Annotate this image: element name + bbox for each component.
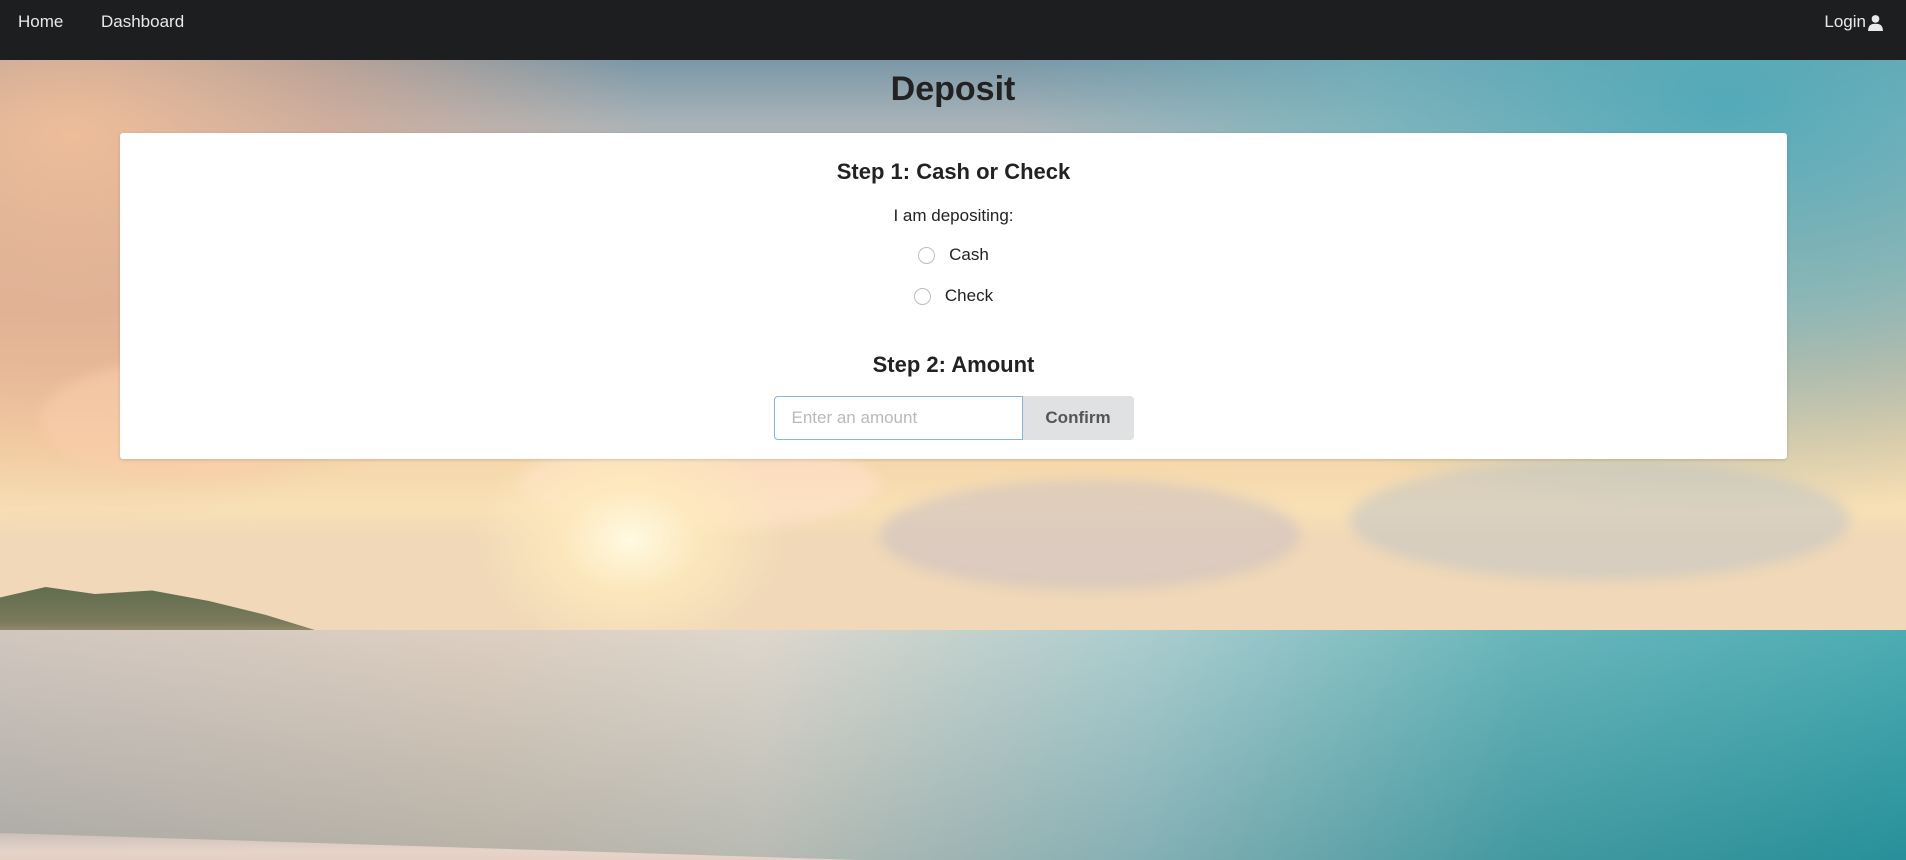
nav-home-link[interactable]: Home (18, 12, 63, 32)
nav-login-link[interactable]: Login (1824, 12, 1884, 32)
page-title: Deposit (890, 70, 1016, 108)
login-label: Login (1824, 12, 1866, 31)
depositing-prompt: I am depositing: (893, 206, 1014, 225)
amount-input[interactable] (773, 396, 1023, 440)
top-navbar: Home Dashboard Login (0, 0, 1906, 60)
check-radio-label[interactable]: Check (945, 286, 993, 306)
step1-title: Step 1: Cash or Check (836, 159, 1071, 184)
user-icon (1867, 14, 1884, 31)
check-radio-button[interactable] (913, 287, 931, 305)
cash-radio-label[interactable]: Cash (949, 245, 989, 265)
radio-option-cash[interactable]: Cash (120, 245, 1787, 265)
step2-title: Step 2: Amount (872, 352, 1035, 377)
radio-option-check[interactable]: Check (120, 286, 1787, 306)
nav-dashboard-link[interactable]: Dashboard (101, 12, 184, 32)
confirm-button[interactable]: Confirm (1022, 396, 1134, 440)
cash-radio-button[interactable] (918, 246, 936, 264)
amount-form: Confirm (120, 396, 1787, 440)
deposit-card: Step 1: Cash or Check I am depositing: C… (120, 133, 1787, 459)
